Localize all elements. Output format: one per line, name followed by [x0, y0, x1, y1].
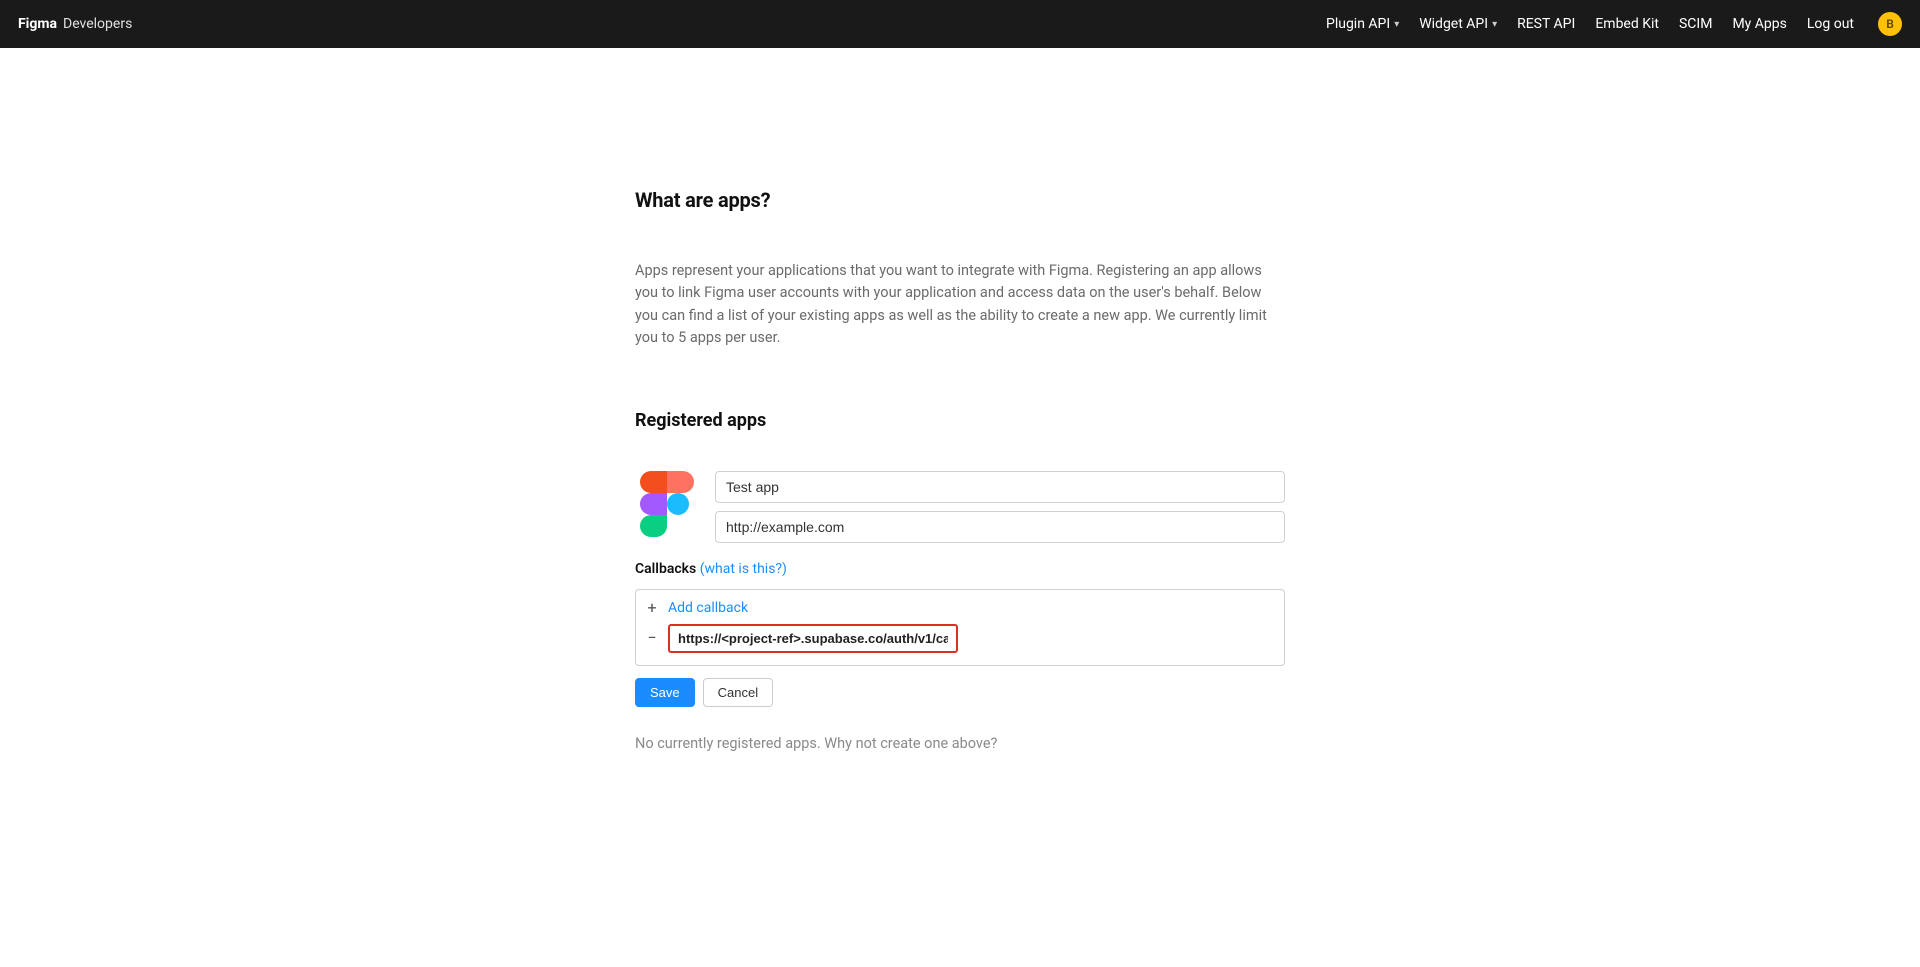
callback-entry-row: − [644, 620, 1276, 657]
callbacks-label: Callbacks [635, 561, 696, 577]
nav-widget-api-label: Widget API [1419, 16, 1488, 32]
callbacks-box: + Add callback − [635, 589, 1285, 666]
nav-embed-kit[interactable]: Embed Kit [1595, 16, 1659, 32]
nav-plugin-api[interactable]: Plugin API ▾ [1326, 16, 1399, 32]
chevron-down-icon: ▾ [1492, 19, 1497, 30]
callback-url-input[interactable] [668, 624, 958, 653]
callbacks-label-row: Callbacks (what is this?) [635, 561, 1285, 577]
add-callback-link[interactable]: Add callback [668, 600, 748, 616]
chevron-down-icon: ▾ [1394, 19, 1399, 30]
nav-scim[interactable]: SCIM [1679, 16, 1712, 32]
callbacks-help-link[interactable]: (what is this?) [700, 561, 787, 577]
top-nav: Figma Developers Plugin API ▾ Widget API… [0, 0, 1920, 48]
avatar[interactable]: B [1878, 12, 1902, 36]
registered-apps-heading: Registered apps [635, 410, 1285, 431]
empty-state-text: No currently registered apps. Why not cr… [635, 735, 1285, 752]
app-inputs [715, 471, 1285, 543]
app-name-input[interactable] [715, 471, 1285, 503]
nav-links: Plugin API ▾ Widget API ▾ REST API Embed… [1326, 12, 1902, 36]
minus-icon[interactable]: − [644, 630, 660, 646]
brand-name: Figma [18, 16, 57, 32]
page-content: What are apps? Apps represent your appli… [635, 48, 1285, 812]
figma-logo-icon [635, 471, 699, 543]
brand-sub: Developers [63, 16, 132, 32]
nav-widget-api[interactable]: Widget API ▾ [1419, 16, 1497, 32]
plus-icon: + [644, 600, 660, 616]
cancel-button[interactable]: Cancel [703, 678, 773, 707]
nav-log-out[interactable]: Log out [1807, 16, 1854, 32]
what-are-apps-body: Apps represent your applications that yo… [635, 260, 1285, 350]
nav-plugin-api-label: Plugin API [1326, 16, 1390, 32]
brand[interactable]: Figma Developers [18, 16, 132, 32]
nav-my-apps[interactable]: My Apps [1732, 16, 1786, 32]
add-callback-row[interactable]: + Add callback [644, 596, 1276, 620]
what-are-apps-heading: What are apps? [635, 188, 1285, 212]
nav-rest-api[interactable]: REST API [1517, 16, 1575, 32]
app-url-input[interactable] [715, 511, 1285, 543]
form-buttons: Save Cancel [635, 678, 1285, 707]
save-button[interactable]: Save [635, 678, 695, 707]
app-form-row [635, 471, 1285, 543]
